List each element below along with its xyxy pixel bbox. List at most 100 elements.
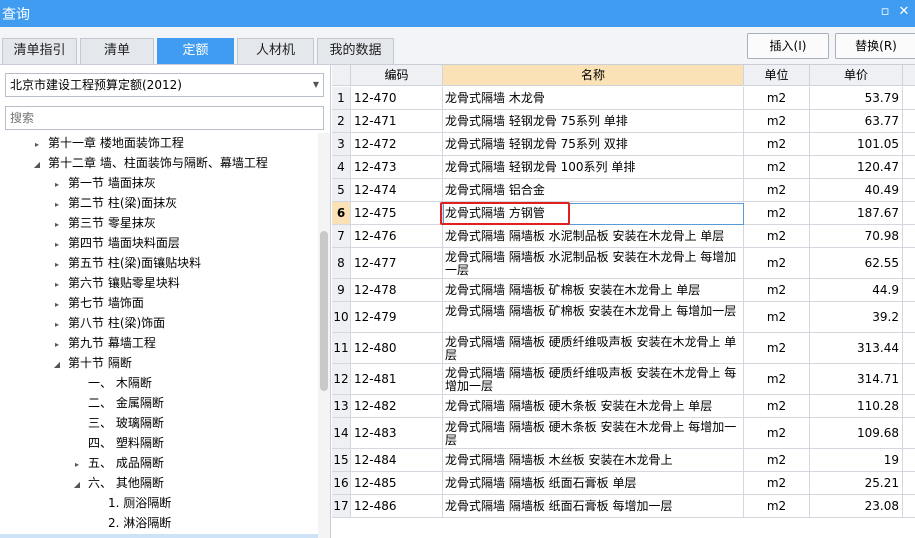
tree-item[interactable]: ▸ 第七节 墙饰面	[50, 293, 144, 313]
tree-scrollbar[interactable]	[318, 133, 330, 538]
replace-button[interactable]: 替换(R)	[835, 33, 915, 59]
code-cell: 12-478	[351, 279, 443, 301]
library-select[interactable]: 北京市建设工程预算定额(2012) ▼	[5, 73, 324, 97]
header-spacer	[903, 65, 915, 86]
unit-header[interactable]: 单位	[744, 65, 810, 86]
tree-item[interactable]: ▸ 五、 成品隔断	[70, 453, 164, 473]
tree-item[interactable]: ◢ 六、 其他隔断	[70, 473, 164, 493]
tree-item[interactable]: ◢ 第十二章 墙、柱面装饰与隔断、幕墙工程	[30, 153, 268, 173]
expand-icon[interactable]: ▸	[50, 175, 64, 195]
table-row[interactable]: 13 12-482 龙骨式隔墙 隔墙板 硬木条板 安装在木龙骨上 单层 m2 110.2…	[332, 395, 915, 418]
unit-cell: m2	[744, 87, 810, 109]
tree-item[interactable]: 2. 淋浴隔断	[90, 513, 171, 533]
code-cell: 12-477	[351, 248, 443, 278]
table-row[interactable]: 14 12-483 龙骨式隔墙 隔墙板 硬木条板 安装在木龙骨上 每增加一层 m2 10…	[332, 418, 915, 449]
table-row[interactable]: 10 12-479 龙骨式隔墙 隔墙板 矿棉板 安装在木龙骨上 每增加一层 m2 39.…	[332, 302, 915, 333]
expand-icon[interactable]: ▸	[50, 235, 64, 255]
tab-labor-material[interactable]: 人材机	[237, 38, 314, 64]
tree-item[interactable]: ▸ 第四节 墙面块料面层	[50, 233, 180, 253]
price-cell: 62.55	[810, 248, 903, 278]
price-cell: 313.44	[810, 333, 903, 363]
expand-icon[interactable]: ▸	[50, 275, 64, 295]
tree-item[interactable]: ◢ 第十节 隔断	[50, 353, 132, 373]
tree-item[interactable]: ▸ 第九节 幕墙工程	[50, 333, 156, 353]
price-cell: 101.05	[810, 133, 903, 155]
library-select-value: 北京市建设工程预算定额(2012)	[10, 78, 182, 92]
expand-icon[interactable]: ▸	[50, 255, 64, 275]
tab-my-data[interactable]: 我的数据	[317, 38, 394, 64]
tree-item[interactable]: ▸ 第五节 柱(梁)面镶贴块料	[50, 253, 201, 273]
expand-icon[interactable]: ▸	[50, 215, 64, 235]
unit-cell: m2	[744, 395, 810, 417]
table-row[interactable]: 9 12-478 龙骨式隔墙 隔墙板 矿棉板 安装在木龙骨上 单层 m2 44.9	[332, 279, 915, 302]
name-cell: 龙骨式隔墙 隔墙板 木丝板 安装在木龙骨上	[443, 449, 744, 471]
tree-item[interactable]: 二、 金属隔断	[70, 393, 164, 413]
table-row[interactable]: 1 12-470 龙骨式隔墙 木龙骨 m2 53.79	[332, 87, 915, 110]
price-cell: 110.28	[810, 395, 903, 417]
price-cell: 39.2	[810, 302, 903, 332]
tree-item[interactable]: ▸ 第八节 柱(梁)饰面	[50, 313, 165, 333]
expand-icon[interactable]: ▸	[70, 455, 84, 475]
table-row[interactable]: 8 12-477 龙骨式隔墙 隔墙板 水泥制品板 安装在木龙骨上 每增加一层 m2 62…	[332, 248, 915, 279]
tab-bill[interactable]: 清单	[80, 38, 154, 64]
tab-list-guide[interactable]: 清单指引	[2, 38, 77, 64]
row-number: 8	[332, 248, 351, 278]
table-row[interactable]: 2 12-471 龙骨式隔墙 轻钢龙骨 75系列 单排 m2 63.77	[332, 110, 915, 133]
tree-item[interactable]: 1. 厕浴隔断	[90, 493, 171, 513]
collapse-icon[interactable]: ◢	[70, 475, 84, 495]
expand-icon[interactable]: ▸	[50, 335, 64, 355]
name-cell: 龙骨式隔墙 隔墙板 硬木条板 安装在木龙骨上 每增加一层	[443, 418, 744, 448]
code-cell: 12-486	[351, 495, 443, 517]
expand-icon[interactable]: ▸	[50, 295, 64, 315]
unit-cell: m2	[744, 495, 810, 517]
restore-icon[interactable]: ▫	[876, 3, 894, 21]
price-cell: 23.08	[810, 495, 903, 517]
tree-item[interactable]: 三、 玻璃隔断	[70, 413, 164, 433]
tab-quota[interactable]: 定额	[157, 38, 234, 64]
name-header[interactable]: 名称	[443, 65, 744, 86]
row-number: 15	[332, 449, 351, 471]
search-input[interactable]	[5, 106, 324, 130]
tree-item[interactable]: ▸ 第六节 镶贴零星块料	[50, 273, 180, 293]
row-number: 12	[332, 364, 351, 394]
name-cell: 龙骨式隔墙 轻钢龙骨 75系列 双排	[443, 133, 744, 155]
chapter-tree: ▸ 第十一章 楼地面装饰工程 ◢ 第十二章 墙、柱面装饰与隔断、幕墙工程 ▸ 第一节 …	[0, 133, 318, 538]
table-row[interactable]: 3 12-472 龙骨式隔墙 轻钢龙骨 75系列 双排 m2 101.05	[332, 133, 915, 156]
expand-icon[interactable]: ▸	[50, 315, 64, 335]
table-row[interactable]: 17 12-486 龙骨式隔墙 隔墙板 纸面石膏板 每增加一层 m2 23.08	[332, 495, 915, 518]
collapse-icon[interactable]: ◢	[30, 155, 44, 175]
expand-icon[interactable]: ▸	[50, 195, 64, 215]
price-cell: 63.77	[810, 110, 903, 132]
chevron-down-icon[interactable]: ▼	[313, 74, 319, 96]
table-row[interactable]: 15 12-484 龙骨式隔墙 隔墙板 木丝板 安装在木龙骨上 m2 19	[332, 449, 915, 472]
tree-item[interactable]: ▸ 第十一章 楼地面装饰工程	[30, 133, 184, 153]
scrollbar-thumb[interactable]	[320, 231, 328, 391]
table-row[interactable]: 16 12-485 龙骨式隔墙 隔墙板 纸面石膏板 单层 m2 25.21	[332, 472, 915, 495]
row-number: 5	[332, 179, 351, 201]
code-cell: 12-480	[351, 333, 443, 363]
insert-button[interactable]: 插入(I)	[747, 33, 829, 59]
table-row[interactable]: 4 12-473 龙骨式隔墙 轻钢龙骨 100系列 单排 m2 120.47	[332, 156, 915, 179]
price-cell: 120.47	[810, 156, 903, 178]
code-header[interactable]: 编码	[351, 65, 443, 86]
close-icon[interactable]: ✕	[895, 3, 913, 21]
left-panel: 北京市建设工程预算定额(2012) ▼ ▸第十一章 楼地面装饰工程 ◢第十二章 …	[0, 65, 331, 538]
tree-item[interactable]: 一、 木隔断	[70, 373, 152, 393]
tree-item[interactable]: 四、 塑料隔断	[70, 433, 164, 453]
row-number-header	[332, 65, 351, 86]
tree-item[interactable]: ▸ 第一节 墙面抹灰	[50, 173, 156, 193]
collapse-icon[interactable]: ◢	[50, 355, 64, 375]
price-cell: 109.68	[810, 418, 903, 448]
table-row[interactable]: 11 12-480 龙骨式隔墙 隔墙板 硬质纤维吸声板 安装在木龙骨上 单层 m2 31…	[332, 333, 915, 364]
row-number: 7	[332, 225, 351, 247]
tree-item[interactable]: ▸ 第三节 零星抹灰	[50, 213, 156, 233]
tree-item[interactable]: ▸ 第二节 柱(梁)面抹灰	[50, 193, 177, 213]
table-row[interactable]: 5 12-474 龙骨式隔墙 铝合金 m2 40.49	[332, 179, 915, 202]
tab-bar: 清单指引 清单 定额 人材机 我的数据 插入(I) 替换(R)	[0, 27, 915, 65]
table-row[interactable]: 7 12-476 龙骨式隔墙 隔墙板 水泥制品板 安装在木龙骨上 单层 m2 70.98	[332, 225, 915, 248]
row-number: 17	[332, 495, 351, 517]
code-cell: 12-473	[351, 156, 443, 178]
table-row[interactable]: 12 12-481 龙骨式隔墙 隔墙板 硬质纤维吸声板 安装在木龙骨上 每增加一层 m…	[332, 364, 915, 395]
expand-icon[interactable]: ▸	[30, 135, 44, 155]
price-header[interactable]: 单价	[810, 65, 903, 86]
